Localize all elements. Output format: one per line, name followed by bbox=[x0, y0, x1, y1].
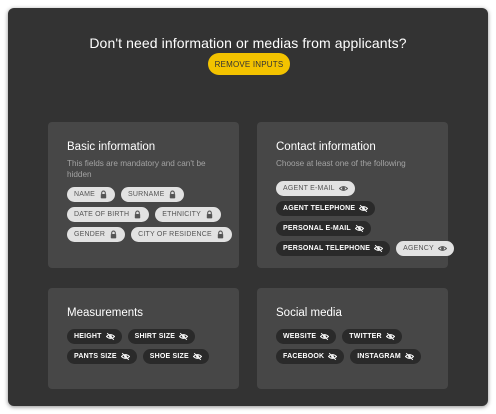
page-title: Don't need information or medias from ap… bbox=[89, 35, 407, 51]
field-chip-height[interactable]: HEIGHT bbox=[67, 329, 122, 344]
chip-label: FACEBOOK bbox=[283, 353, 325, 360]
card-title: Basic information bbox=[67, 141, 156, 153]
chip-label: HEIGHT bbox=[74, 333, 102, 340]
chip-label: INSTAGRAM bbox=[357, 353, 401, 360]
chip-label: CITY OF RESIDENCE bbox=[138, 231, 212, 238]
card-subtitle-line: This fields are mandatory and can't be bbox=[67, 159, 206, 168]
eye-icon[interactable] bbox=[338, 184, 348, 193]
chip-label: PERSONAL TELEPHONE bbox=[283, 245, 371, 252]
eye-slash-icon[interactable] bbox=[385, 332, 395, 341]
chip-label: DATE OF BIRTH bbox=[74, 211, 130, 218]
field-chip-personal-telephone[interactable]: PERSONAL TELEPHONE bbox=[276, 241, 391, 256]
eye-slash-icon[interactable] bbox=[192, 352, 202, 361]
remove-inputs-button[interactable]: REMOVE INPUTS bbox=[208, 53, 290, 75]
chip-label: WEBSITE bbox=[283, 333, 317, 340]
measurements-card: Measurements HEIGHT SHIRT SIZE PANTS SIZ… bbox=[48, 288, 239, 389]
card-subtitle-line: hidden bbox=[67, 170, 92, 179]
eye-slash-icon[interactable] bbox=[404, 352, 414, 361]
card-title: Contact information bbox=[276, 141, 376, 153]
chip-label: SURNAME bbox=[128, 191, 165, 198]
chip-label: PANTS SIZE bbox=[74, 353, 117, 360]
lock-icon bbox=[216, 230, 225, 239]
field-chip-personal-email[interactable]: PERSONAL E-MAIL bbox=[276, 221, 371, 236]
lock-icon bbox=[205, 210, 214, 219]
eye-slash-icon[interactable] bbox=[120, 352, 130, 361]
lock-icon bbox=[168, 190, 177, 199]
eye-slash-icon[interactable] bbox=[374, 244, 384, 253]
field-chip-gender: GENDER bbox=[67, 227, 126, 242]
chip-label: ETHNICITY bbox=[162, 211, 201, 218]
social-media-card: Social media WEBSITE TWITTER FACEBOOK IN… bbox=[257, 288, 448, 389]
eye-slash-icon[interactable] bbox=[320, 332, 330, 341]
chip-label: AGENT E-MAIL bbox=[283, 185, 335, 192]
field-chip-city-of-residence: CITY OF RESIDENCE bbox=[131, 227, 232, 242]
chip-label: SHIRT SIZE bbox=[134, 333, 176, 340]
field-chip-agent-telephone[interactable]: AGENT TELEPHONE bbox=[276, 201, 376, 216]
field-chip-name: NAME bbox=[67, 187, 116, 202]
field-chip-date-of-birth: DATE OF BIRTH bbox=[67, 207, 150, 222]
card-subtitle: This fields are mandatory and can't be h… bbox=[67, 158, 232, 180]
lock-icon bbox=[99, 190, 108, 199]
field-chip-agent-email[interactable]: AGENT E-MAIL bbox=[276, 181, 355, 196]
chip-label: AGENT TELEPHONE bbox=[283, 205, 356, 212]
card-subtitle: Choose at least one of the following bbox=[276, 159, 406, 168]
chip-label: GENDER bbox=[74, 231, 106, 238]
field-chip-ethnicity: ETHNICITY bbox=[155, 207, 221, 222]
eye-slash-icon[interactable] bbox=[328, 352, 338, 361]
basic-information-card: Basic information This fields are mandat… bbox=[48, 122, 239, 268]
field-chip-twitter[interactable]: TWITTER bbox=[342, 329, 402, 344]
eye-slash-icon[interactable] bbox=[179, 332, 189, 341]
card-title: Measurements bbox=[67, 307, 144, 319]
chip-label: AGENCY bbox=[403, 245, 434, 252]
eye-slash-icon[interactable] bbox=[359, 204, 369, 213]
field-chip-agency[interactable]: AGENCY bbox=[396, 241, 454, 256]
field-chip-pants-size[interactable]: PANTS SIZE bbox=[67, 349, 137, 364]
field-chip-shirt-size[interactable]: SHIRT SIZE bbox=[127, 329, 196, 344]
chip-label: PERSONAL E-MAIL bbox=[283, 225, 351, 232]
chip-label: SHOE SIZE bbox=[149, 353, 189, 360]
lock-icon bbox=[133, 210, 142, 219]
field-chip-surname: SURNAME bbox=[121, 187, 185, 202]
field-chip-website[interactable]: WEBSITE bbox=[276, 329, 337, 344]
chip-label: TWITTER bbox=[349, 333, 382, 340]
chip-label: NAME bbox=[74, 191, 96, 198]
eye-slash-icon[interactable] bbox=[105, 332, 115, 341]
field-chip-instagram[interactable]: INSTAGRAM bbox=[350, 349, 421, 364]
eye-slash-icon[interactable] bbox=[354, 224, 364, 233]
field-chip-shoe-size[interactable]: SHOE SIZE bbox=[142, 349, 209, 364]
contact-information-card: Contact information Choose at least one … bbox=[257, 122, 454, 268]
card-title: Social media bbox=[276, 307, 342, 319]
lock-icon bbox=[109, 230, 118, 239]
eye-icon[interactable] bbox=[437, 244, 447, 253]
main-panel: Don't need information or medias from ap… bbox=[8, 8, 488, 406]
field-chip-facebook[interactable]: FACEBOOK bbox=[276, 349, 345, 364]
